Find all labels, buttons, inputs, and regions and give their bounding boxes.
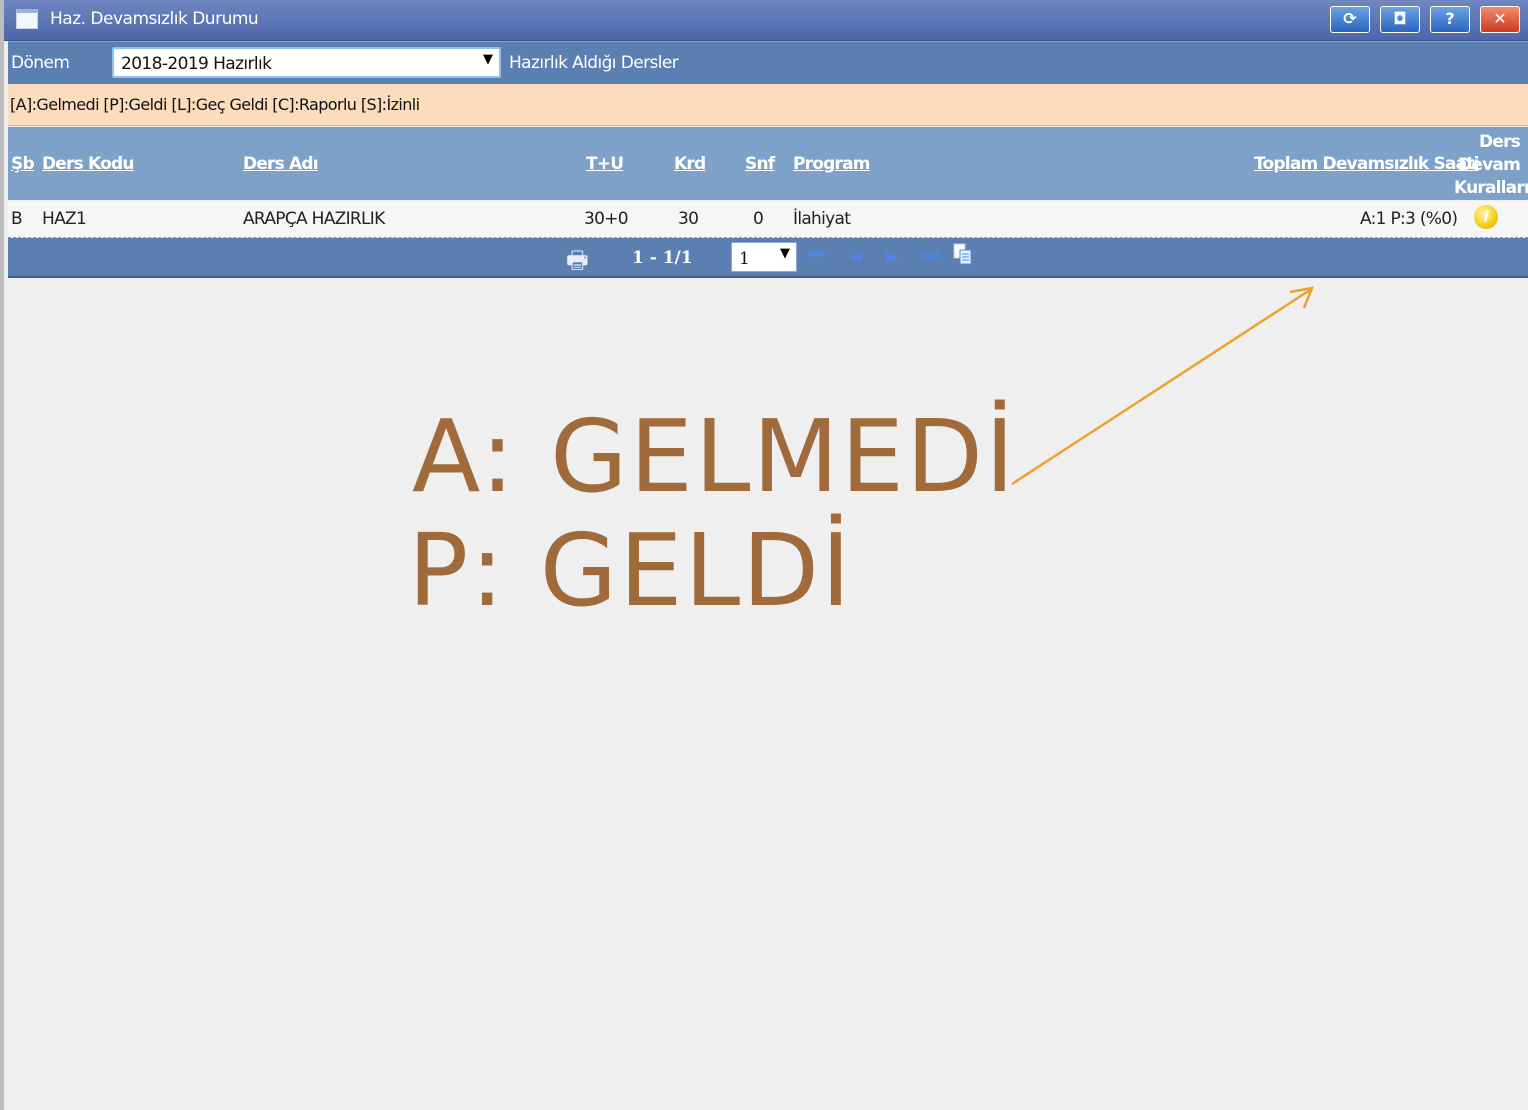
- annotation-gelmedi: A: GELMEDİ: [412, 398, 1017, 515]
- annotation-geldi: P: GELDİ: [408, 512, 853, 629]
